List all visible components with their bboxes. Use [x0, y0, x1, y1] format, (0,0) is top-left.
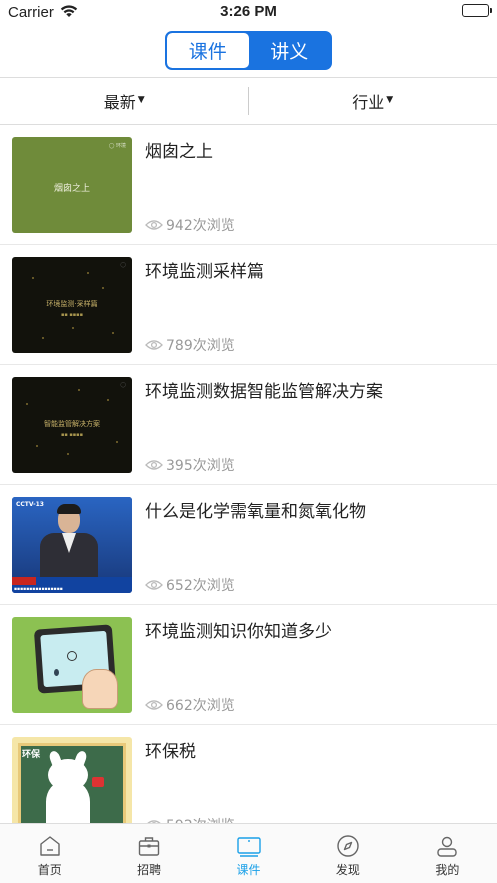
watermark-logo: ◯ — [120, 262, 126, 268]
view-count-label: 789次浏览 — [166, 338, 235, 354]
filter-separator — [248, 87, 249, 115]
watermark-logo: ◯ 环境 — [108, 143, 126, 149]
segment-courseware[interactable]: 课件 — [167, 33, 249, 68]
item-title: 环境监测知识你知道多少 — [145, 622, 332, 642]
thumbnail: ◯ 智能监管解决方案 ▪▪ ▪▪▪▪ — [12, 377, 132, 473]
channel-logo: CCTV-13 — [16, 501, 44, 508]
tab-home[interactable]: 首页 — [0, 824, 99, 883]
item-title: 环保税 — [145, 742, 196, 762]
compass-icon — [337, 835, 359, 857]
thumbnail-subcaption: ▪▪ ▪▪▪▪ — [61, 432, 83, 438]
thumbnail-caption: 烟囱之上 — [53, 184, 90, 194]
filter-bar: 最新 ▼ 行业 ▼ — [0, 78, 497, 124]
view-count-label: 652次浏览 — [166, 578, 235, 594]
view-count: 789次浏览 — [145, 335, 235, 355]
thumbnail-subcaption: ▪▪ ▪▪▪▪ — [61, 312, 83, 318]
news-ticker: ▪▪▪▪▪▪▪▪▪▪▪▪▪▪▪▪ — [14, 587, 63, 592]
course-list: ◯ 环境 烟囱之上 烟囱之上 942次浏览 ◯ 环境监测·采样篇 ▪▪ ▪▪▪▪… — [0, 125, 497, 823]
thumbnail: 环保 — [12, 737, 132, 823]
list-item[interactable]: ◯ 环境监测·采样篇 ▪▪ ▪▪▪▪ 环境监测采样篇 789次浏览 — [0, 245, 497, 365]
view-count: 592次浏览 — [145, 815, 235, 823]
content-type-segment: 课件 讲义 — [165, 31, 332, 70]
item-title: 什么是化学需氧量和氮氧化物 — [145, 502, 366, 522]
thumbnail: ◯ 环境 烟囱之上 — [12, 137, 132, 233]
watermark-logo: ◯ — [120, 382, 126, 388]
item-title: 环境监测数据智能监管解决方案 — [145, 382, 383, 402]
view-count: 662次浏览 — [145, 695, 235, 715]
list-item[interactable]: CCTV-13 ▪▪▪▪▪▪▪▪▪▪▪▪▪▪▪▪ 什么是化学需氧量和氮氧化物 6… — [0, 485, 497, 605]
view-count-label: 395次浏览 — [166, 458, 235, 474]
eye-icon — [145, 220, 163, 230]
filter-industry-label: 行业 — [352, 93, 385, 112]
tab-jobs[interactable]: 招聘 — [99, 824, 198, 883]
thumbnail-caption: 环境监测·采样篇 — [46, 300, 98, 308]
eye-icon — [145, 460, 163, 470]
segment-handouts[interactable]: 讲义 — [248, 33, 330, 68]
view-count: 395次浏览 — [145, 455, 235, 475]
thumbnail: CCTV-13 ▪▪▪▪▪▪▪▪▪▪▪▪▪▪▪▪ — [12, 497, 132, 593]
view-count: 652次浏览 — [145, 575, 235, 595]
clock: 3:26 PM — [220, 3, 277, 20]
tab-label: 发现 — [335, 863, 360, 877]
status-bar: Carrier 3:26 PM — [0, 0, 497, 26]
briefcase-icon — [138, 837, 160, 856]
eye-icon — [145, 340, 163, 350]
thumbnail-caption: 智能监管解决方案 — [44, 420, 100, 428]
bottom-tab-bar: 首页 招聘 课件 发现 我的 — [0, 823, 497, 883]
caret-down-icon: ▼ — [137, 95, 145, 105]
tab-label: 课件 — [236, 863, 261, 877]
thumbnail: ◯ 环境监测·采样篇 ▪▪ ▪▪▪▪ — [12, 257, 132, 353]
view-count-label: 592次浏览 — [166, 815, 235, 823]
view-count-label: 662次浏览 — [166, 698, 235, 714]
list-item[interactable]: 环境监测知识你知道多少 662次浏览 — [0, 605, 497, 725]
item-title: 环境监测采样篇 — [145, 262, 264, 282]
list-item[interactable]: 环保 环保税 592次浏览 — [0, 725, 497, 823]
view-count: 942次浏览 — [145, 215, 235, 235]
list-item[interactable]: ◯ 智能监管解决方案 ▪▪ ▪▪▪▪ 环境监测数据智能监管解决方案 395次浏览 — [0, 365, 497, 485]
filter-latest[interactable]: 最新 ▼ — [0, 78, 249, 124]
person-icon — [437, 836, 458, 857]
view-count-label: 942次浏览 — [166, 218, 235, 234]
eye-icon — [145, 580, 163, 590]
tablet-icon — [236, 837, 261, 857]
battery-icon — [462, 4, 492, 17]
tab-label: 我的 — [435, 863, 460, 877]
home-icon — [40, 836, 60, 856]
caret-down-icon: ▼ — [386, 95, 394, 105]
tab-label: 首页 — [37, 863, 62, 877]
thumbnail — [12, 617, 132, 713]
list-item[interactable]: ◯ 环境 烟囱之上 烟囱之上 942次浏览 — [0, 125, 497, 245]
thumbnail-caption: 环保 — [22, 750, 41, 760]
tab-courseware[interactable]: 课件 — [199, 824, 298, 883]
tab-me[interactable]: 我的 — [398, 824, 497, 883]
filter-latest-label: 最新 — [103, 93, 136, 112]
eye-icon — [145, 700, 163, 710]
tab-discover[interactable]: 发现 — [298, 824, 397, 883]
tab-label: 招聘 — [137, 863, 162, 877]
item-title: 烟囱之上 — [145, 142, 213, 162]
filter-industry[interactable]: 行业 ▼ — [249, 78, 497, 124]
